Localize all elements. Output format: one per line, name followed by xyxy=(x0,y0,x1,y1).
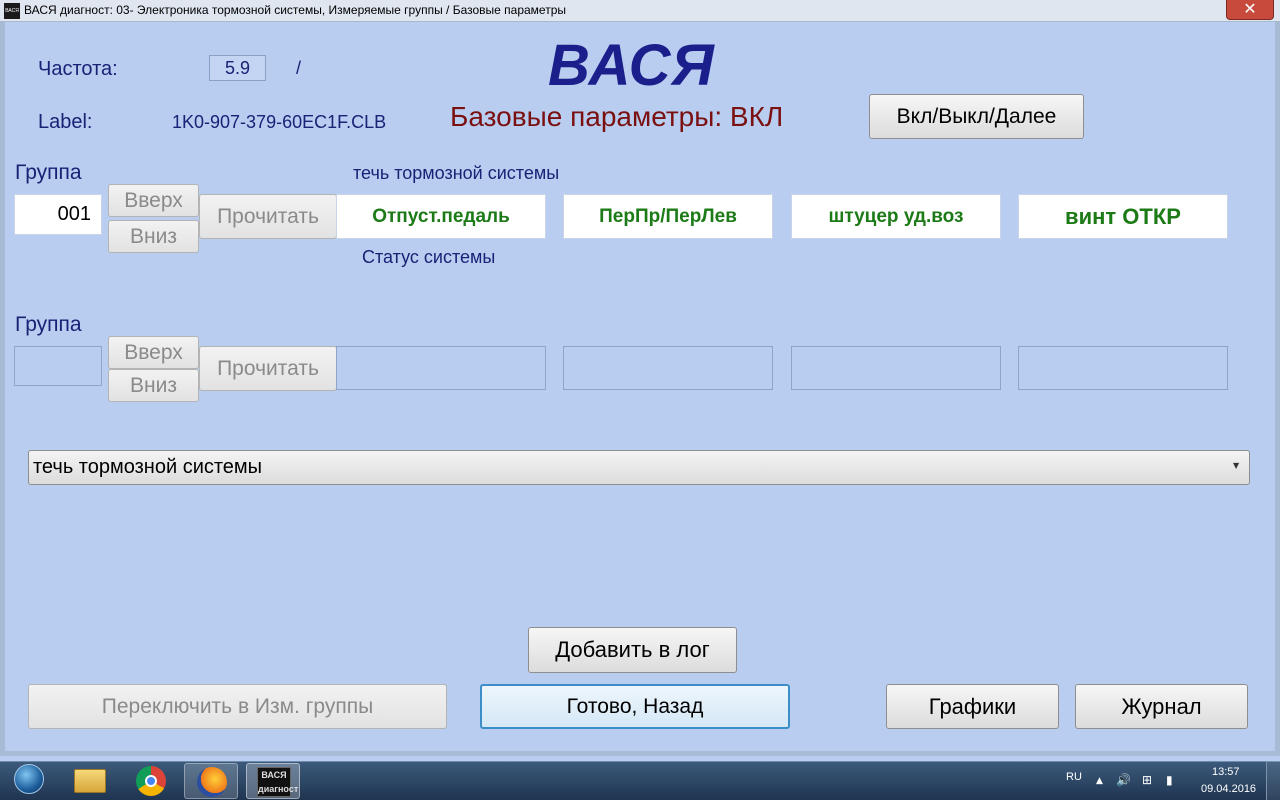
close-button[interactable]: ✕ xyxy=(1226,0,1274,20)
taskbar-firefox[interactable] xyxy=(184,763,238,799)
add-to-log-button[interactable]: Добавить в лог xyxy=(528,627,737,673)
firefox-icon xyxy=(197,767,227,797)
vasya-app-icon: ВАСЯ диагност xyxy=(257,767,298,797)
group1-value-4: винт ОТКР xyxy=(1018,194,1228,239)
start-button[interactable] xyxy=(6,761,46,799)
group2-value-3 xyxy=(791,346,1001,390)
speaker-icon[interactable]: 🔊 xyxy=(1116,773,1131,787)
charts-button[interactable]: Графики xyxy=(886,684,1059,729)
group2-number-input[interactable] xyxy=(14,346,102,386)
journal-button[interactable]: Журнал xyxy=(1075,684,1248,729)
group2-down-button[interactable]: Вниз xyxy=(108,369,199,402)
group2-value-4 xyxy=(1018,346,1228,390)
group1-label: Группа xyxy=(15,161,82,184)
procedure-select[interactable]: течь тормозной системы ▼ xyxy=(28,450,1250,485)
title-bar: ВАСЯ ВАСЯ диагност: 03- Электроника торм… xyxy=(0,0,1280,22)
taskbar-explorer[interactable] xyxy=(62,763,116,799)
signal-icon[interactable]: ▮ xyxy=(1166,773,1173,787)
window-title: ВАСЯ диагност: 03- Электроника тормозной… xyxy=(24,3,566,17)
group1-status: Статус системы xyxy=(362,247,496,267)
basic-settings-status: Базовые параметры: ВКЛ xyxy=(450,101,784,132)
group2-value-1 xyxy=(336,346,546,390)
group2-label: Группа xyxy=(15,313,82,336)
frequency-value: 5.9 xyxy=(209,55,266,81)
toggle-next-button[interactable]: Вкл/Выкл/Далее xyxy=(869,94,1084,139)
label-label: Label: xyxy=(38,111,93,133)
group1-value-1: Отпуст.педаль xyxy=(336,194,546,239)
taskbar-vasya[interactable]: ВАСЯ диагност xyxy=(246,763,300,799)
group1-value-3: штуцер уд.воз xyxy=(791,194,1001,239)
windows-start-icon xyxy=(14,764,44,794)
label-file-value: 1K0-907-379-60EC1F.CLB xyxy=(172,112,387,132)
taskbar-chrome[interactable] xyxy=(124,763,178,799)
folder-icon xyxy=(74,769,106,793)
clock-date[interactable]: 09.04.2016 xyxy=(1201,783,1256,795)
group1-down-button[interactable]: Вниз xyxy=(108,220,199,253)
procedure-select-value: течь тормозной системы xyxy=(33,456,263,478)
chevron-down-icon[interactable]: ▼ xyxy=(1233,461,1239,470)
frequency-label: Частота: xyxy=(38,58,118,80)
chrome-icon-center xyxy=(145,775,157,787)
app-icon: ВАСЯ xyxy=(4,3,20,19)
group1-read-button[interactable]: Прочитать xyxy=(199,194,337,239)
group1-number-input[interactable]: 001 xyxy=(14,194,102,235)
group2-up-button[interactable]: Вверх xyxy=(108,336,199,369)
group2-read-button[interactable]: Прочитать xyxy=(199,346,337,391)
frequency-separator: / xyxy=(296,58,302,78)
group1-name: течь тормозной системы xyxy=(353,163,560,183)
switch-to-groups-button[interactable]: Переключить в Изм. группы xyxy=(28,684,447,729)
group2-value-2 xyxy=(563,346,773,390)
tray-expand-icon[interactable]: ▲ xyxy=(1096,776,1103,786)
language-indicator[interactable]: RU xyxy=(1066,771,1082,783)
show-desktop-button[interactable] xyxy=(1266,761,1280,800)
group1-value-2: ПерПр/ПерЛев xyxy=(563,194,773,239)
group1-up-button[interactable]: Вверх xyxy=(108,184,199,217)
brand-logo: ВАСЯ xyxy=(548,33,715,98)
clock-time[interactable]: 13:57 xyxy=(1212,766,1240,778)
network-icon[interactable]: ⊞ xyxy=(1142,773,1152,787)
done-back-button[interactable]: Готово, Назад xyxy=(480,684,790,729)
